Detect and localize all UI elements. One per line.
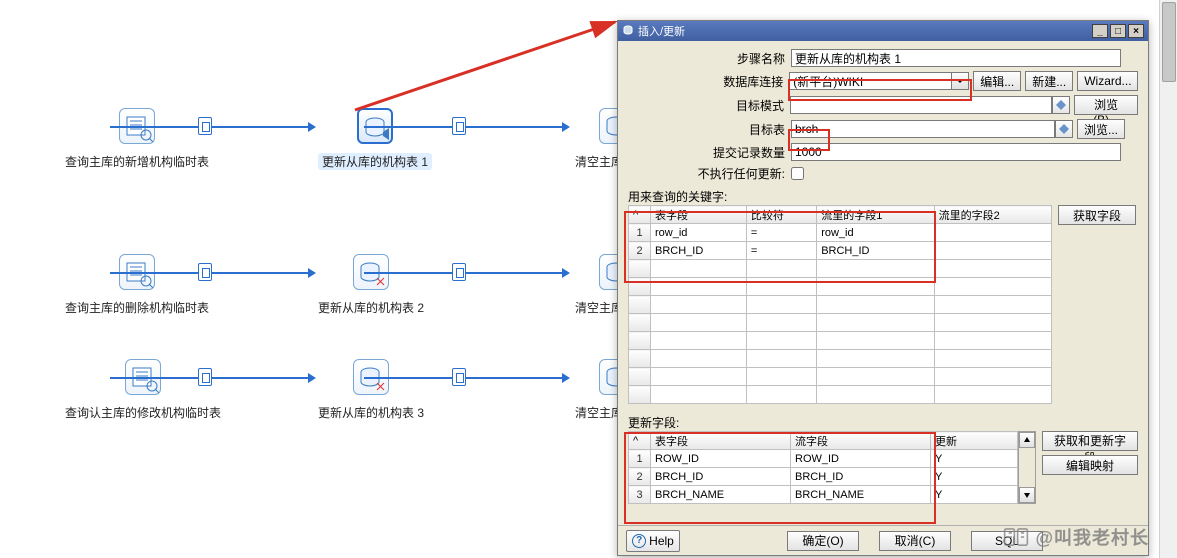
node-update-slave-2[interactable]: 更新从库的机构表 2 <box>318 254 424 316</box>
col-table-field[interactable]: 表字段 <box>651 206 747 224</box>
col-stream-field1[interactable]: 流里的字段1 <box>817 206 934 224</box>
col-update-flag[interactable]: 更新 <box>931 432 1018 450</box>
help-button[interactable]: ?Help <box>626 530 680 552</box>
node-query-insert[interactable]: 查询主库的新增机构临时表 <box>65 108 209 170</box>
target-table-input[interactable] <box>791 120 1055 138</box>
min-button[interactable]: _ <box>1092 24 1108 38</box>
get-update-fields-button[interactable]: 获取和更新字段 <box>1042 431 1138 451</box>
edit-connection-button[interactable]: 编辑... <box>973 71 1021 91</box>
node-label: 查询主库的删除机构临时表 <box>65 299 209 316</box>
col-stream-field[interactable]: 流字段 <box>791 432 931 450</box>
commit-size-input[interactable] <box>791 143 1121 161</box>
col-comparator[interactable]: 比较符 <box>746 206 816 224</box>
update-grid[interactable]: ^ 表字段 流字段 更新 1ROW_IDROW_IDY 2BRCH_IDBRCH… <box>628 431 1018 504</box>
close-button[interactable]: × <box>1128 24 1144 38</box>
table-row <box>629 314 1052 332</box>
dialog-insert-update: 插入/更新 _ □ × 步骤名称 数据库连接 编辑... 新建... Wizar… <box>617 20 1149 556</box>
grid-corner[interactable]: ^ <box>629 206 651 224</box>
diamond-icon[interactable] <box>1052 96 1070 114</box>
scroll-up-button[interactable] <box>1019 432 1035 448</box>
table-row <box>629 278 1052 296</box>
dialog-titlebar[interactable]: 插入/更新 _ □ × <box>618 21 1148 41</box>
no-update-checkbox[interactable] <box>791 167 804 180</box>
watermark: @叫我老村长 <box>1003 524 1149 550</box>
max-button[interactable]: □ <box>1110 24 1126 38</box>
browse-table-button[interactable]: 浏览... <box>1077 119 1125 139</box>
table-row: 2BRCH_ID=BRCH_ID <box>629 242 1052 260</box>
table-row <box>629 368 1052 386</box>
hop-marker <box>452 263 466 281</box>
combo-dropdown-button[interactable] <box>951 72 969 90</box>
label-target-table: 目标表 <box>628 121 791 138</box>
table-row: 1ROW_IDROW_IDY <box>629 450 1018 468</box>
scroll-down-button[interactable] <box>1019 487 1035 503</box>
table-row <box>629 386 1052 404</box>
label-target-schema: 目标模式 <box>628 97 790 114</box>
dialog-title: 插入/更新 <box>638 23 685 39</box>
col-table-field[interactable]: 表字段 <box>651 432 791 450</box>
node-label: 查询主库的新增机构临时表 <box>65 153 209 170</box>
browse-schema-button[interactable]: 浏览(B)... <box>1074 95 1138 115</box>
label-step-name: 步骤名称 <box>628 50 791 67</box>
grid-corner[interactable]: ^ <box>629 432 651 450</box>
table-row <box>629 296 1052 314</box>
node-query-delete[interactable]: 查询主库的删除机构临时表 <box>65 254 209 316</box>
step-name-input[interactable] <box>791 49 1121 67</box>
page-scrollbar[interactable] <box>1159 0 1177 558</box>
connection-combo[interactable] <box>789 72 951 90</box>
new-connection-button[interactable]: 新建... <box>1025 71 1073 91</box>
table-row <box>629 350 1052 368</box>
dialog-icon <box>622 24 634 39</box>
cancel-button[interactable]: 取消(C) <box>879 531 951 551</box>
help-icon: ? <box>632 534 646 548</box>
scroll-thumb[interactable] <box>1162 2 1176 82</box>
node-label: 更新从库的机构表 2 <box>318 299 424 316</box>
table-row: 1row_id=row_id <box>629 224 1052 242</box>
label-key-section: 用来查询的关键字: <box>628 188 1138 205</box>
edit-mapping-button[interactable]: 编辑映射 <box>1042 455 1138 475</box>
node-update-slave-3[interactable]: 更新从库的机构表 3 <box>318 359 424 421</box>
hop-marker <box>452 368 466 386</box>
ok-button[interactable]: 确定(O) <box>787 531 859 551</box>
node-label: 查询认主库的修改机构临时表 <box>65 404 221 421</box>
update-grid-scrollbar[interactable] <box>1018 431 1036 504</box>
label-commit-size: 提交记录数量 <box>628 144 791 161</box>
diamond-icon[interactable] <box>1055 120 1073 138</box>
hop-marker <box>198 368 212 386</box>
hop-marker <box>198 263 212 281</box>
label-no-update: 不执行任何更新: <box>628 165 791 182</box>
table-row: 3BRCH_NAMEBRCH_NAMEY <box>629 486 1018 504</box>
target-schema-input[interactable] <box>790 96 1052 114</box>
wizard-button[interactable]: Wizard... <box>1077 71 1138 91</box>
table-row <box>629 260 1052 278</box>
table-row <box>629 332 1052 350</box>
col-stream-field2[interactable]: 流里的字段2 <box>934 206 1051 224</box>
label-connection: 数据库连接 <box>628 73 789 90</box>
node-label: 更新从库的机构表 3 <box>318 404 424 421</box>
annotation-arrow <box>340 10 630 120</box>
table-row: 2BRCH_IDBRCH_IDY <box>629 468 1018 486</box>
hop-marker <box>198 117 212 135</box>
get-fields-button[interactable]: 获取字段 <box>1058 205 1136 225</box>
label-update-section: 更新字段: <box>628 414 1138 431</box>
key-grid[interactable]: ^ 表字段 比较符 流里的字段1 流里的字段2 1row_id=row_id 2… <box>628 205 1052 404</box>
node-label: 更新从库的机构表 1 <box>318 153 432 170</box>
